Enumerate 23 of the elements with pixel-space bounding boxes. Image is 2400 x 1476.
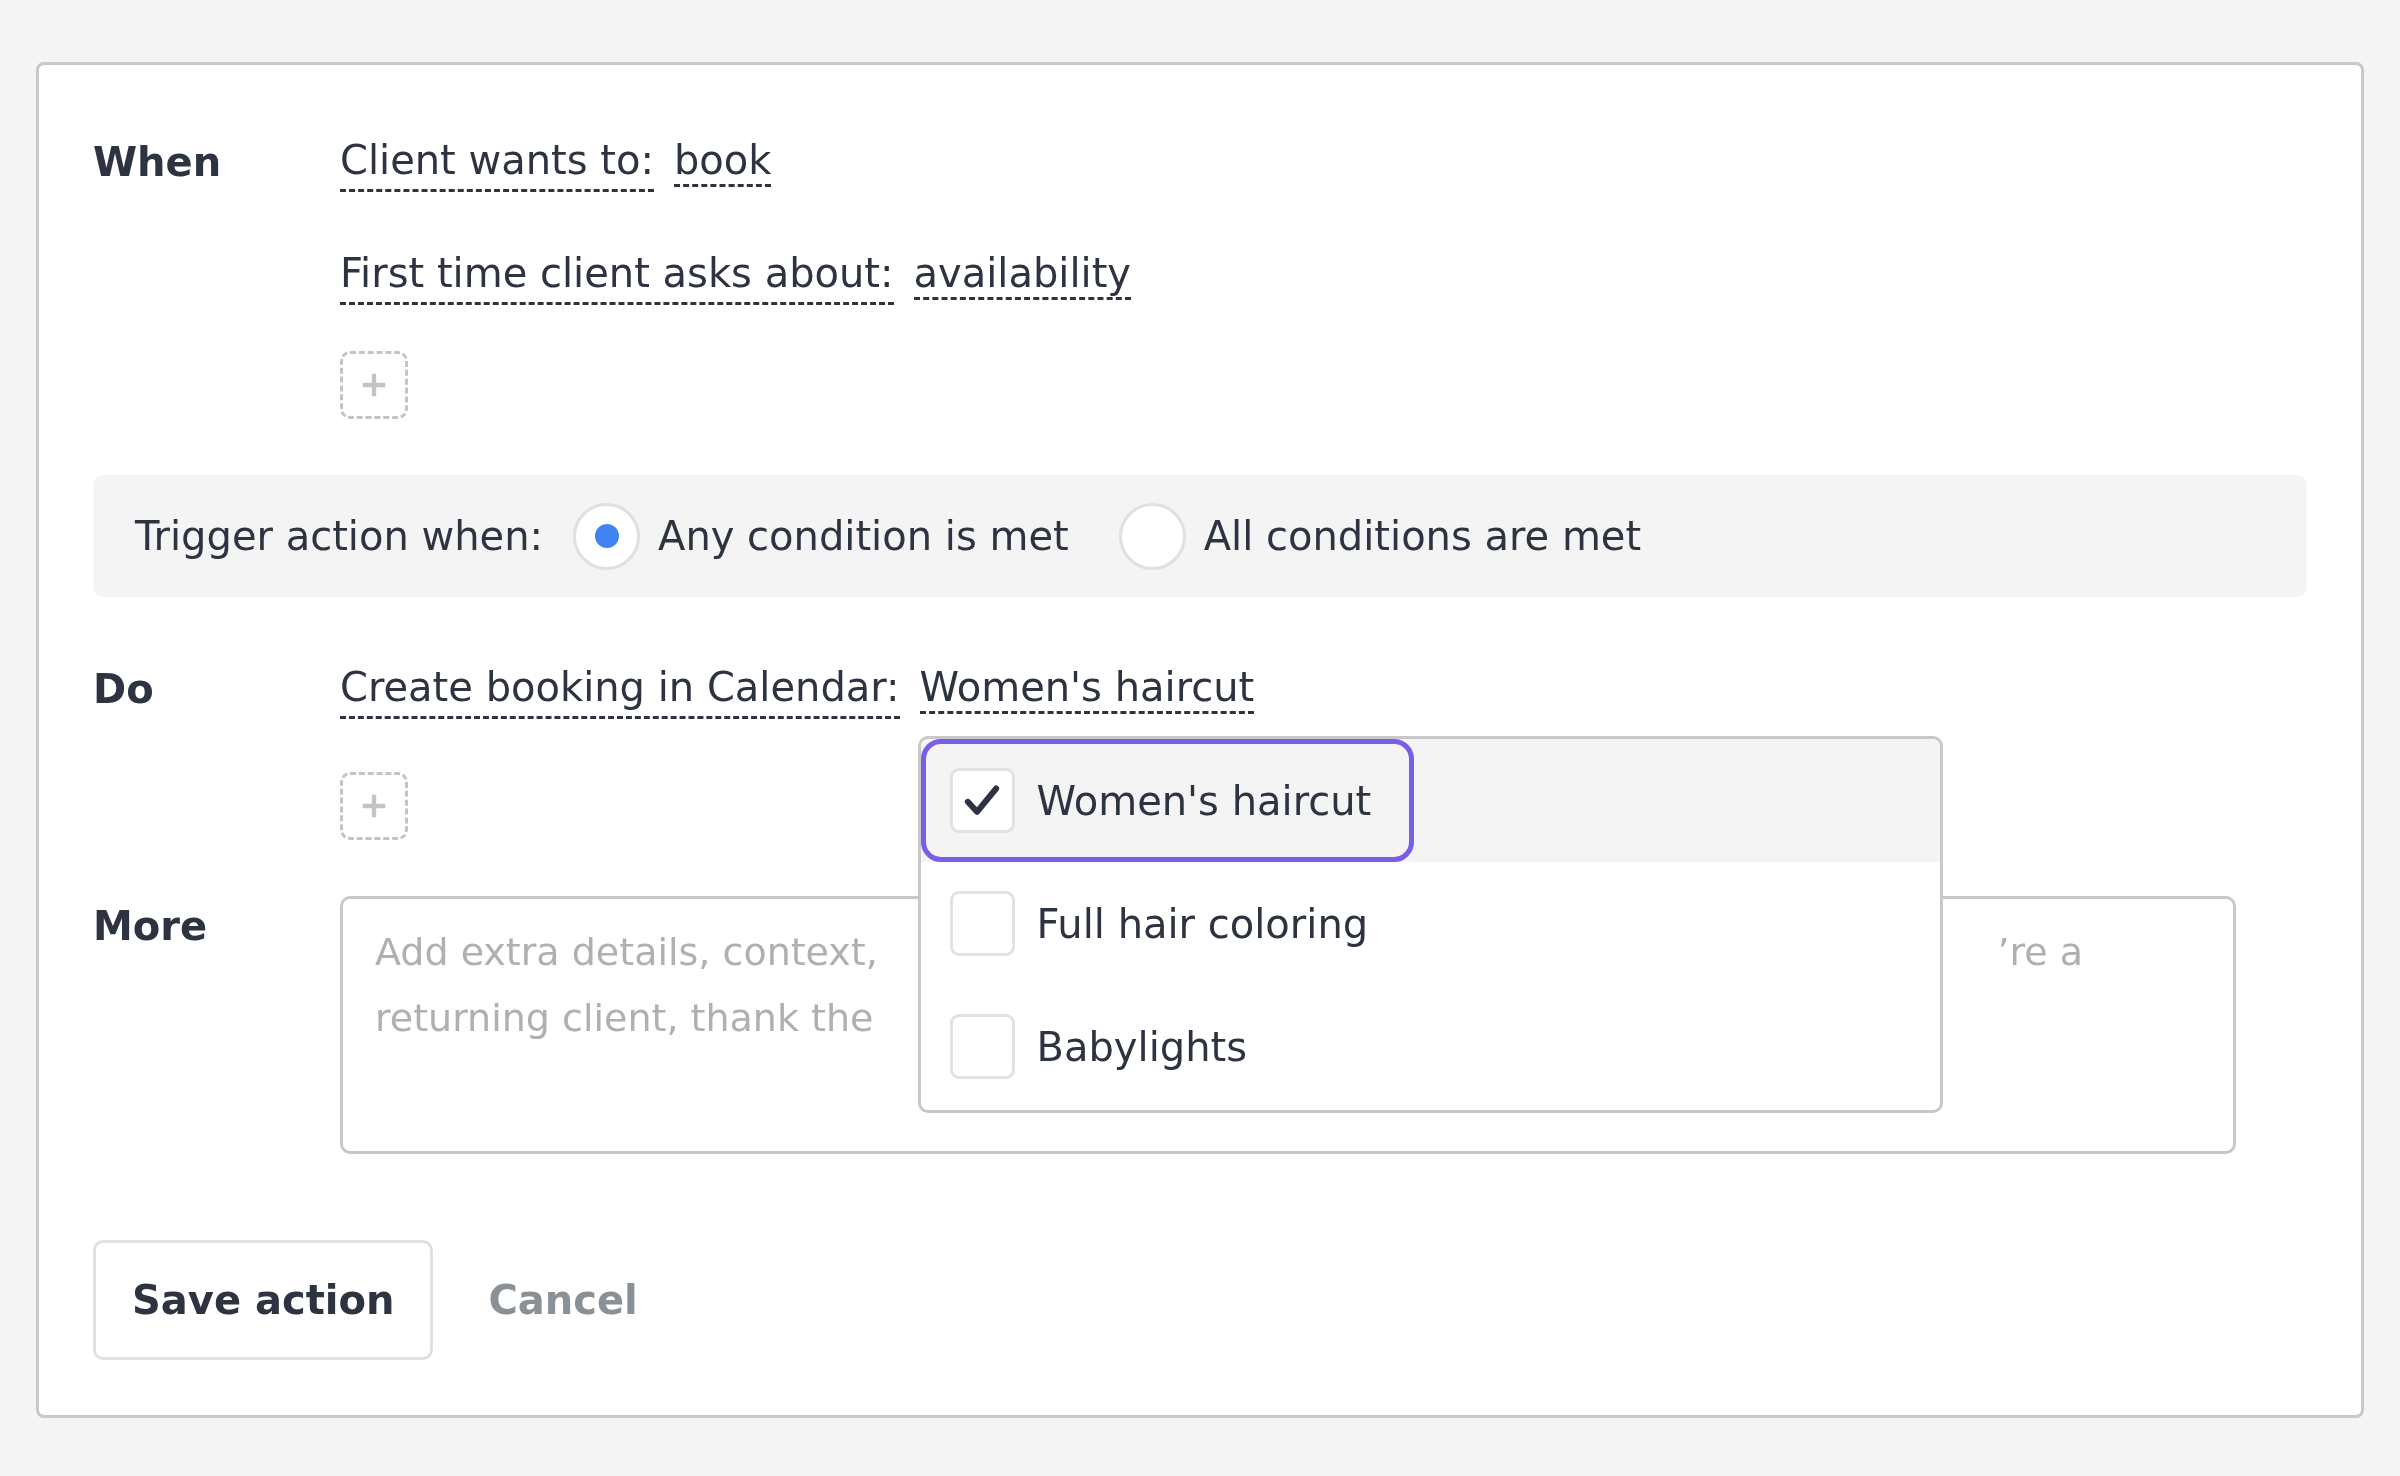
option-label: Full hair coloring xyxy=(1036,899,1369,949)
trigger-label: Trigger action when: xyxy=(135,513,543,559)
section-label: When xyxy=(93,138,223,187)
condition-value-link[interactable]: availability xyxy=(913,250,1132,300)
add-button[interactable] xyxy=(340,351,408,419)
condition-value-link[interactable]: book xyxy=(673,137,772,187)
radio-label[interactable]: Any condition is met xyxy=(658,513,1069,559)
option-label: Women's haircut xyxy=(1036,776,1372,826)
add-button[interactable] xyxy=(340,772,408,840)
option-label: Babylights xyxy=(1036,1022,1248,1072)
condition-field-link[interactable]: Create booking in Calendar: xyxy=(340,659,900,719)
section-label: More xyxy=(93,902,209,951)
condition-field-link[interactable]: First time client asks about: xyxy=(340,245,894,305)
section-label: Do xyxy=(93,665,155,714)
dropdown-option[interactable]: Babylights xyxy=(920,985,1940,1108)
save-button[interactable]: Save action xyxy=(93,1240,434,1360)
checkbox[interactable] xyxy=(949,891,1015,956)
radio-label[interactable]: All conditions are met xyxy=(1203,513,1642,559)
checkbox[interactable] xyxy=(949,1014,1015,1079)
dropdown-option[interactable]: Women's haircut xyxy=(920,739,1940,862)
condition-value-link[interactable]: Women's haircut xyxy=(919,664,1255,714)
checkbox[interactable] xyxy=(949,768,1015,833)
condition-field-link[interactable]: Client wants to: xyxy=(340,132,654,192)
